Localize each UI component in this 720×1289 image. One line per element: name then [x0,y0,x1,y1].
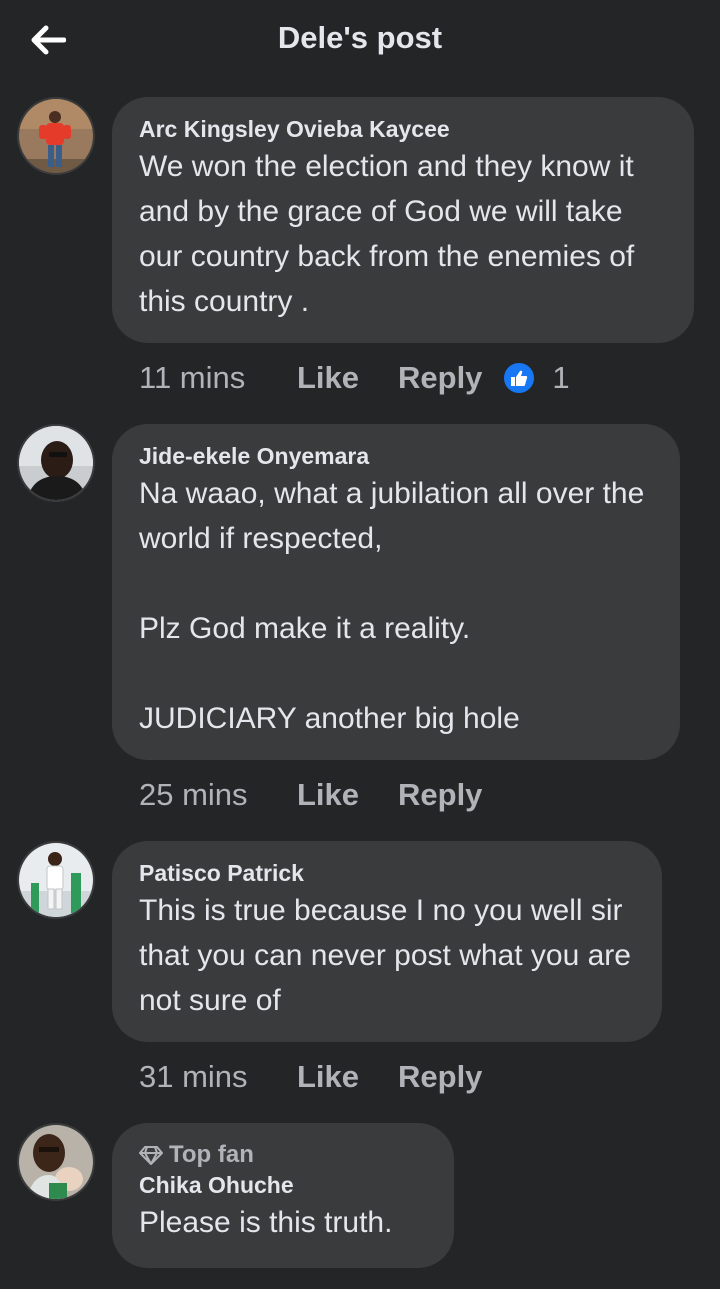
comment-actions: 25 mins Like Reply [139,775,482,815]
comment-bubble: Top fan Chika Ohuche Please is this trut… [112,1123,454,1268]
reply-button[interactable]: Reply [398,777,482,813]
reply-button[interactable]: Reply [398,360,482,396]
comment-author[interactable]: Arc Kingsley Ovieba Kaycee [139,114,674,144]
comment-time[interactable]: 31 mins [139,1059,297,1095]
top-fan-badge: Top fan [139,1140,434,1170]
top-bar: Dele's post [0,0,720,80]
avatar[interactable] [17,97,95,175]
avatar-image [19,1125,93,1199]
like-button[interactable]: Like [297,777,398,813]
avatar-image [19,426,93,500]
reaction-count: 1 [552,360,570,395]
avatar[interactable] [17,424,95,502]
comment-author[interactable]: Jide-ekele Onyemara [139,441,660,471]
reply-button[interactable]: Reply [398,1059,482,1095]
comment-actions: 31 mins Like Reply [139,1057,482,1097]
comment-time[interactable]: 11 mins [139,360,297,396]
diamond-icon [139,1146,163,1165]
avatar[interactable] [17,841,95,919]
comment-author[interactable]: Chika Ohuche [139,1170,434,1200]
comment-bubble: Patisco Patrick This is true because I n… [112,841,662,1042]
like-button[interactable]: Like [297,360,398,396]
avatar-image [19,843,93,917]
thumbs-up-icon [502,361,537,395]
page-title: Dele's post [277,20,443,55]
avatar[interactable] [17,1123,95,1201]
comment-author[interactable]: Patisco Patrick [139,858,642,888]
comment-text: Na waao, what a jubilation all over the … [139,477,645,735]
like-button[interactable]: Like [297,1059,398,1095]
comment-text: We won the election and they know it and… [139,150,635,318]
comment-text: This is true because I no you well sir t… [139,894,631,1017]
comment-bubble: Jide-ekele Onyemara Na waao, what a jubi… [112,424,680,760]
reaction-summary[interactable]: 1 [502,360,570,396]
avatar-image [19,99,93,173]
comment-time[interactable]: 25 mins [139,777,297,813]
comment-text: Please is this truth. [139,1206,393,1239]
comment-bubble: Arc Kingsley Ovieba Kaycee We won the el… [112,97,694,343]
badge-label: Top fan [169,1141,254,1168]
comment-actions: 11 mins Like Reply 1 [139,358,570,398]
